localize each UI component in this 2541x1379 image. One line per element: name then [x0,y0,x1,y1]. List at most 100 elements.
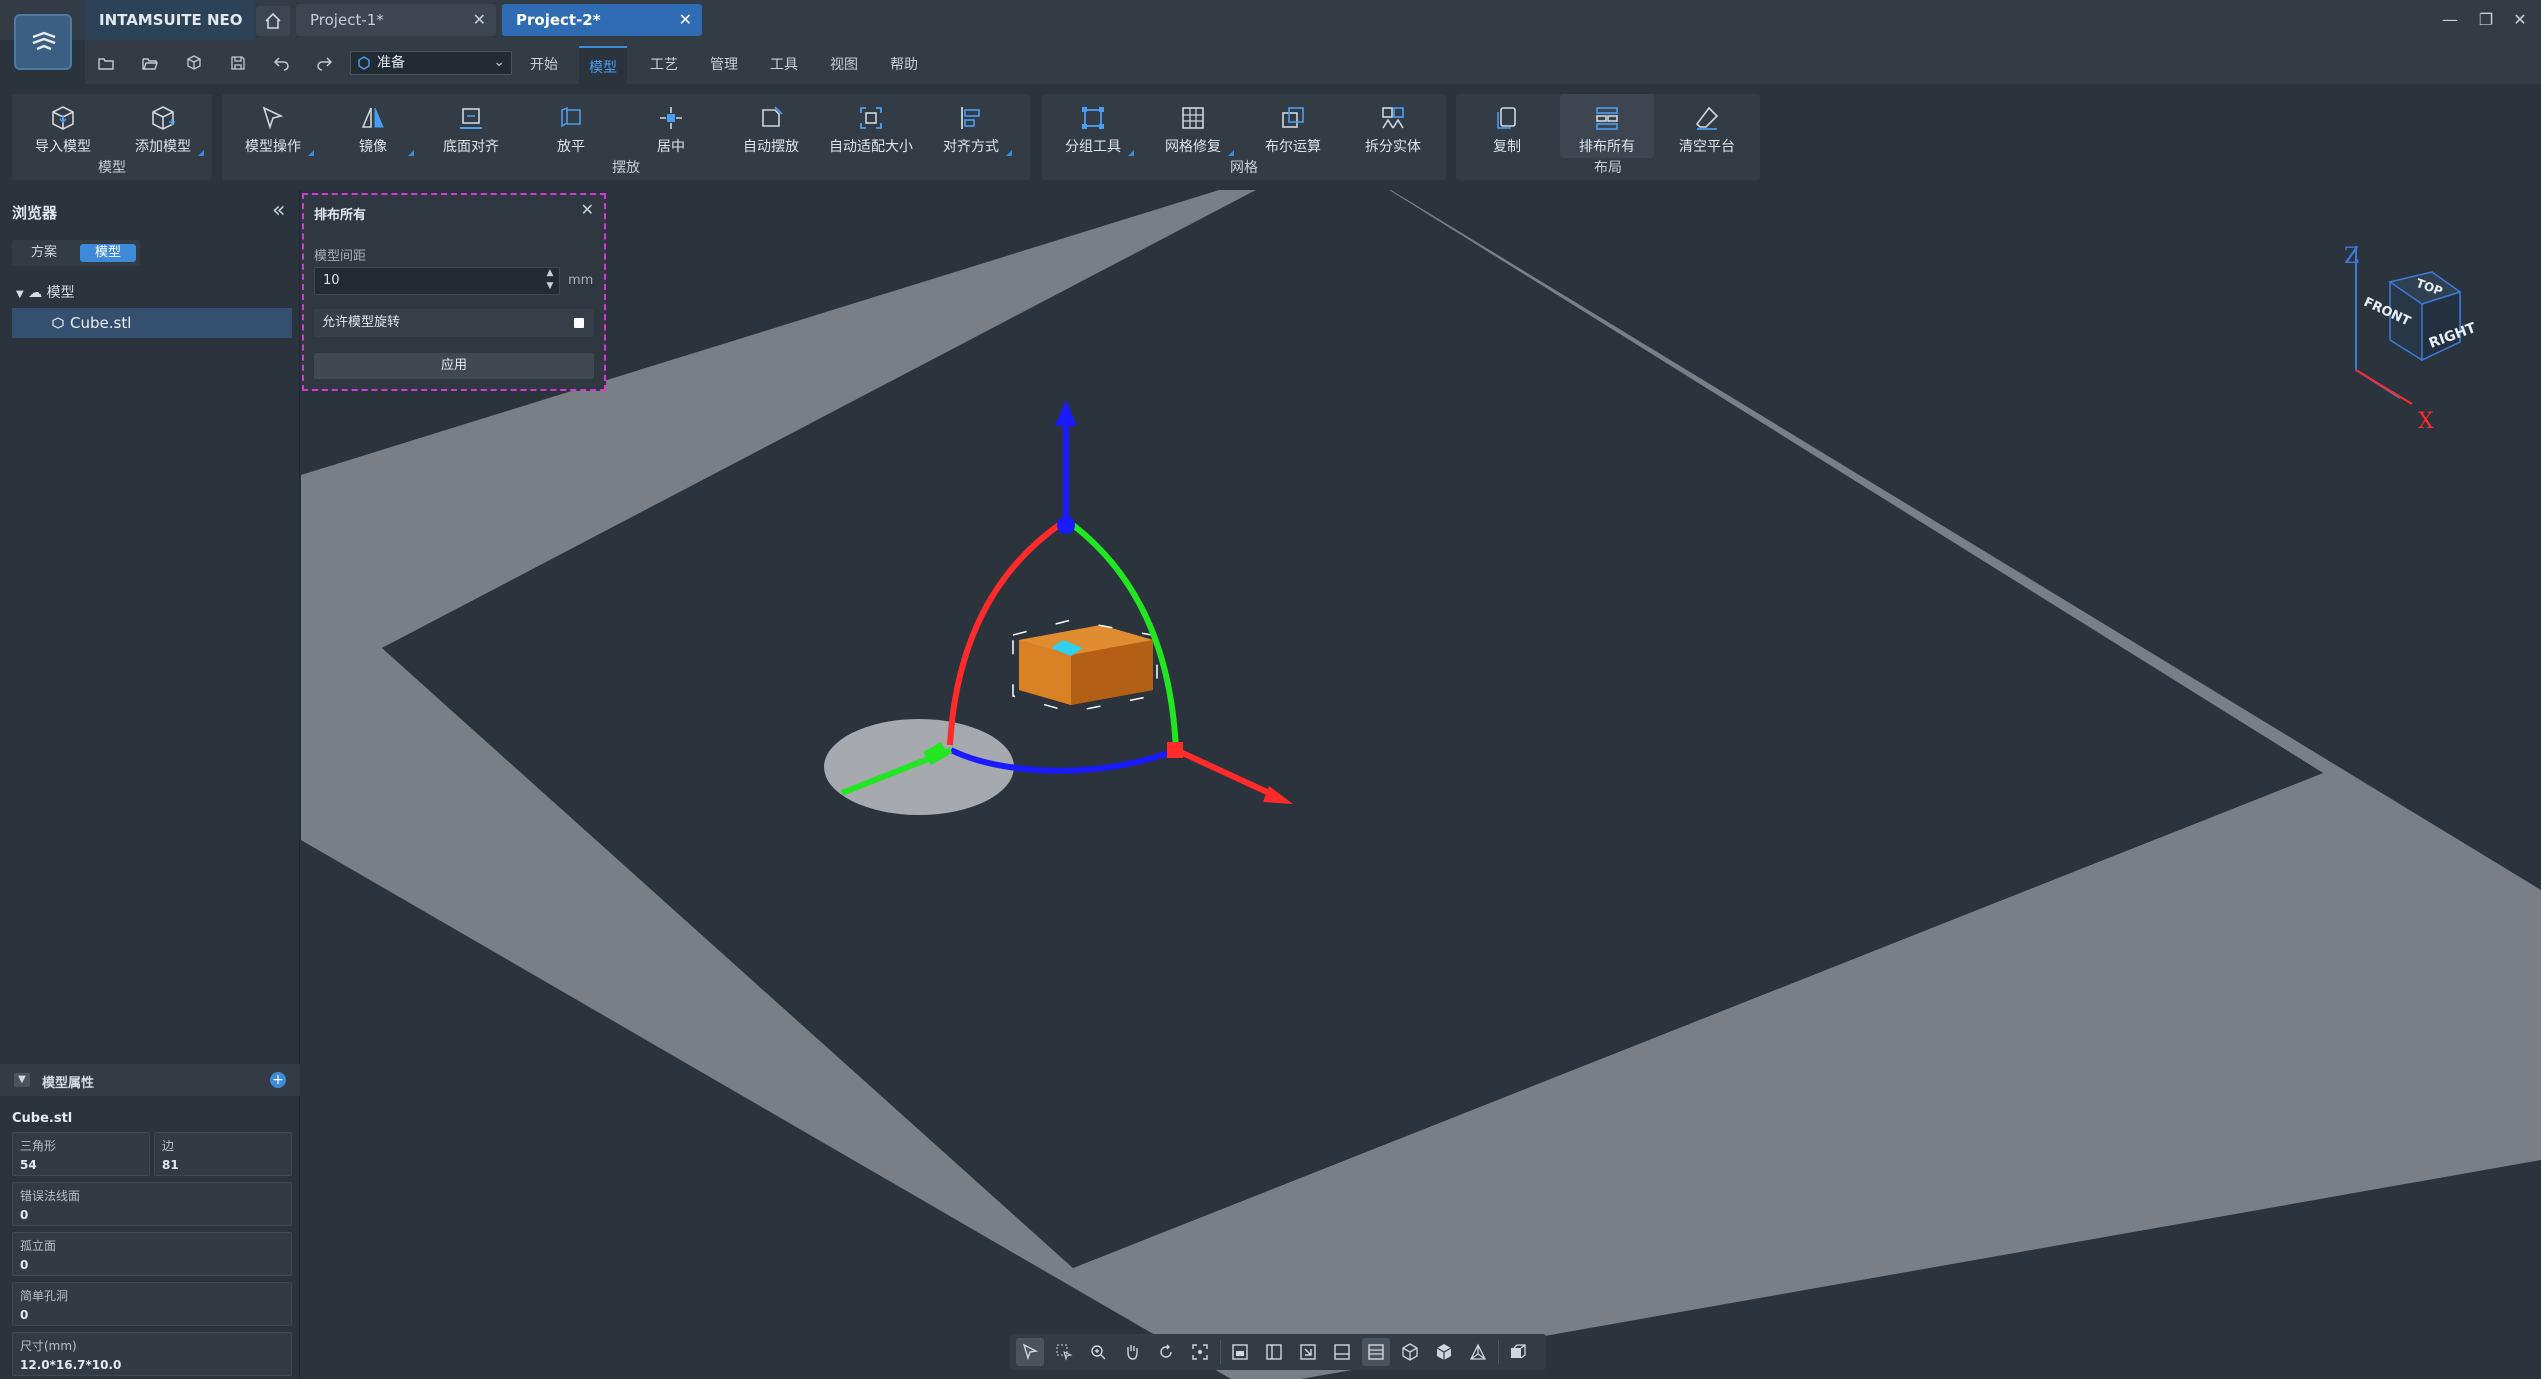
top-view-button[interactable] [1362,1338,1390,1366]
undo-icon [273,57,289,71]
center-button[interactable]: 居中 [624,94,718,158]
properties-model-name: Cube.stl [12,1111,73,1126]
undo-button[interactable] [269,51,295,75]
spacing-input[interactable]: 10 [314,267,560,295]
build-platform[interactable] [301,190,2541,1379]
boolean-button[interactable]: 布尔运算 [1246,94,1340,158]
collapse-arrow-icon[interactable]: ▼ [14,1073,30,1087]
dialog-title: 排布所有 [314,208,367,223]
select-tool-button[interactable] [1016,1338,1044,1366]
tab-process[interactable]: 工艺 [650,54,678,74]
tab-view[interactable]: 视图 [830,54,858,74]
dropdown-indicator-icon [198,150,204,156]
right-view-button[interactable] [1294,1338,1322,1366]
tab-model[interactable]: 模型 [579,46,627,84]
toolbar-separator [1498,1340,1499,1364]
expand-caret-icon[interactable]: ▼ [16,289,24,300]
unit-label: mm [568,273,594,288]
add-icon[interactable]: + [270,1072,286,1088]
pan-button[interactable] [1118,1338,1146,1366]
tab-project-1[interactable]: Project-1* ✕ [296,4,496,36]
allow-rotation-checkbox[interactable] [574,318,584,328]
field-label: 边 [162,1139,175,1153]
redo-button[interactable] [311,51,337,75]
simple-holes-field: 简单孔洞 0 [12,1282,292,1326]
left-view-button[interactable] [1260,1338,1288,1366]
tree-root-label: 模型 [46,285,75,301]
camera-mode-button[interactable] [1504,1338,1532,1366]
new-project-button[interactable] [93,51,119,75]
orbit-icon [1160,1344,1172,1358]
align-mode-button[interactable]: 对齐方式 [924,94,1018,158]
tab-help[interactable]: 帮助 [890,54,918,74]
tab-manage[interactable]: 管理 [710,54,738,74]
view-cube[interactable]: Z X TOP FRONT RIGHT [2330,240,2490,440]
axis-display-button[interactable] [1464,1338,1492,1366]
arrange-all-button[interactable]: 排布所有 [1560,94,1654,158]
import-model-button[interactable]: 导入模型 [16,94,110,158]
tab-start[interactable]: 开始 [530,54,558,74]
bottom-view-button[interactable] [1328,1338,1356,1366]
clear-platform-button[interactable]: 清空平台 [1660,94,1754,158]
home-button[interactable] [256,6,290,36]
apply-button[interactable]: 应用 [314,353,594,379]
tab-scheme[interactable]: 方案 [16,244,72,262]
field-label: 三角形 [20,1139,57,1153]
add-model-button[interactable]: 添加模型 [116,94,210,158]
shading-mode-button[interactable] [1430,1338,1458,1366]
iso-view-button[interactable] [1396,1338,1424,1366]
right-view-icon [1300,1344,1316,1360]
toolbar-separator [1220,1340,1221,1364]
field-value: 81 [162,1158,179,1172]
mesh-repair-button[interactable]: 网格修复 [1146,94,1240,158]
tree-root-models[interactable]: ▼ ☁ 模型 [16,282,75,302]
front-view-button[interactable] [1226,1338,1254,1366]
allow-rotation-row[interactable]: 允许模型旋转 [314,309,594,337]
state-select[interactable]: 准备 ⌄ [350,51,512,75]
boolean-icon [1282,107,1304,128]
mirror-button[interactable]: 镜像 [326,94,420,158]
top-view-icon [1368,1344,1384,1360]
restore-button[interactable]: ❐ [2472,8,2500,32]
spinner-arrows-icon[interactable]: ▲ ▼ [540,267,560,295]
auto-place-button[interactable]: 自动摆放 [724,94,818,158]
tab-models[interactable]: 模型 [80,244,136,262]
split-solid-button[interactable]: 拆分实体 [1346,94,1440,158]
properties-header[interactable]: ▼ 模型属性 + [0,1064,300,1096]
minimize-button[interactable]: — [2436,8,2464,32]
bottom-align-button[interactable]: 底面对齐 [424,94,518,158]
field-label: 错误法线面 [20,1189,81,1203]
browser-tab-switch: 方案 模型 [12,240,140,266]
model-operation-button[interactable]: 模型操作 [226,94,320,158]
close-icon[interactable]: ✕ [679,4,692,36]
auto-fit-size-button[interactable]: 自动适配大小 [824,94,918,158]
close-icon[interactable]: ✕ [581,200,594,219]
close-window-button[interactable]: ✕ [2506,8,2534,32]
rotate-view-button[interactable] [1152,1338,1180,1366]
bottom-align-icon [460,108,482,129]
ribbon-group-layout: 复制 排布所有 清空平台 布局 [1456,94,1760,180]
lay-flat-button[interactable]: 放平 [524,94,618,158]
cursor-icon [1022,1343,1039,1361]
group-tools-button[interactable]: 分组工具 [1046,94,1140,158]
close-icon[interactable]: ✕ [473,4,486,36]
dropdown-indicator-icon [308,150,314,156]
tree-item-model[interactable]: Cube.stl [12,308,292,338]
fit-view-button[interactable] [1186,1338,1214,1366]
3d-viewport[interactable] [301,190,2541,1379]
menu-bar: 准备 ⌄ 开始 模型 工艺 管理 工具 视图 帮助 [85,40,2541,84]
save-button[interactable] [225,51,251,75]
open-project-button[interactable] [137,51,163,75]
collapse-panel-icon[interactable]: « [272,198,285,223]
zoom-button[interactable] [1084,1338,1112,1366]
copy-button[interactable]: 复制 [1460,94,1554,158]
group-label: 模型 [98,160,126,176]
button-label: 添加模型 [135,139,191,155]
field-value: 0 [20,1308,29,1322]
view-toolbar [1010,1334,1546,1370]
tab-project-2[interactable]: Project-2* ✕ [502,4,702,36]
edges-field: 边 81 [154,1132,292,1176]
tab-tools[interactable]: 工具 [770,54,798,74]
import-button[interactable] [181,51,207,75]
box-select-button[interactable] [1050,1338,1078,1366]
